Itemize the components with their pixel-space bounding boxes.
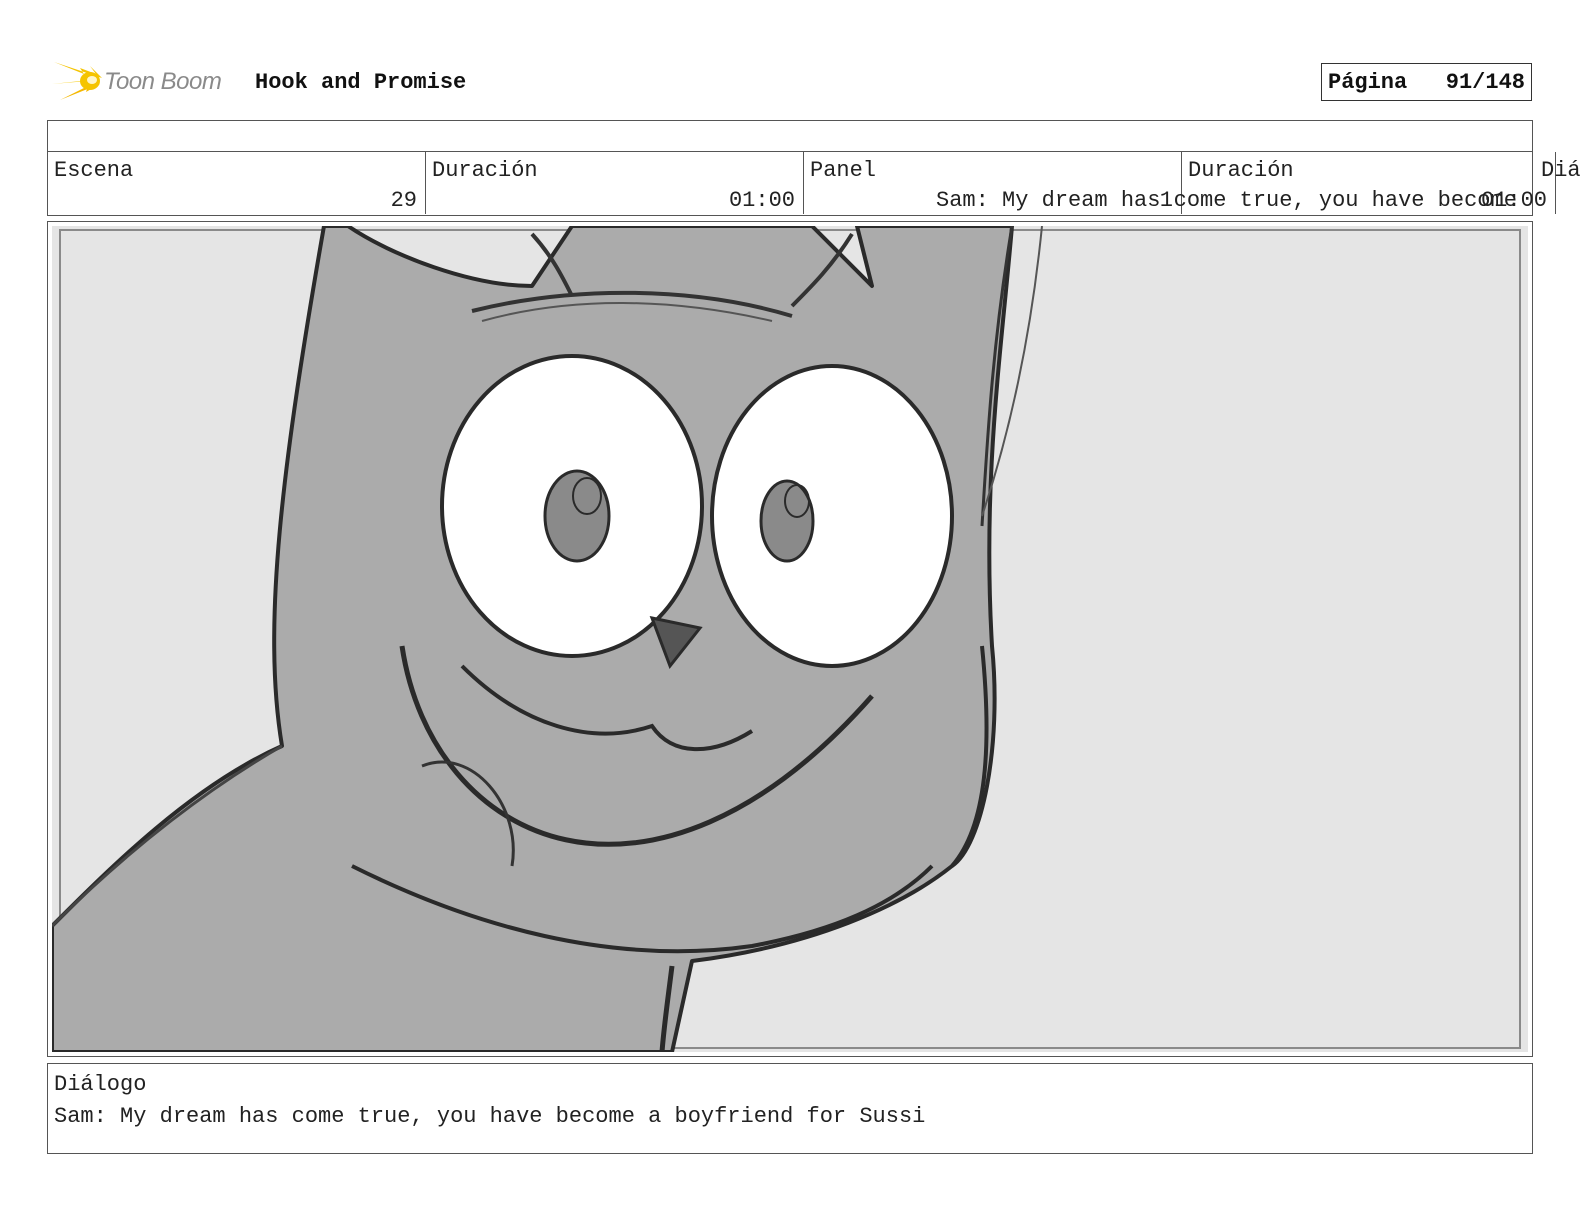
dialogue-text: Sam: My dream has come true, you have be…: [54, 1104, 926, 1129]
scene-duration-cell: Duración 01:00: [426, 152, 804, 214]
panel-duration-label: Duración: [1188, 158, 1294, 183]
scene-cell: Escena 29: [48, 152, 426, 214]
dialogue-label: Diálogo: [54, 1072, 147, 1097]
page-number: 91/148: [1445, 70, 1525, 95]
scene-value: 29: [390, 188, 417, 213]
storyboard-page: { "header": { "logo_text": "Toon Boom", …: [0, 0, 1582, 1225]
scene-duration-value: 01:00: [728, 188, 795, 213]
page-label: Página: [1328, 70, 1408, 95]
toon-boom-logo: Toon Boom: [50, 56, 240, 106]
panel-drawing-area: [52, 226, 1528, 1052]
storyboard-panel: [47, 221, 1533, 1057]
blank-header-row: [47, 120, 1533, 152]
dialogue-box: Diálogo Sam: My dream has come true, you…: [47, 1063, 1533, 1154]
cat-sketch-image: [52, 226, 1521, 1052]
scene-duration-label: Duración: [432, 158, 538, 183]
logo-wordmark: Toon Boom: [104, 68, 222, 95]
sunburst-icon: [52, 62, 102, 100]
dialog-column-label-truncated: Diá: [1541, 158, 1581, 183]
dialog-overflow-text: Sam: My dream has come true, you have be…: [936, 188, 1517, 213]
info-row: Escena 29 Duración 01:00 Panel 1 Duració…: [47, 152, 1581, 216]
panel-label: Panel: [810, 158, 877, 183]
page-indicator: Página 91/148: [1321, 63, 1532, 101]
scene-label: Escena: [54, 158, 134, 183]
project-title: Hook and Promise: [255, 70, 467, 95]
